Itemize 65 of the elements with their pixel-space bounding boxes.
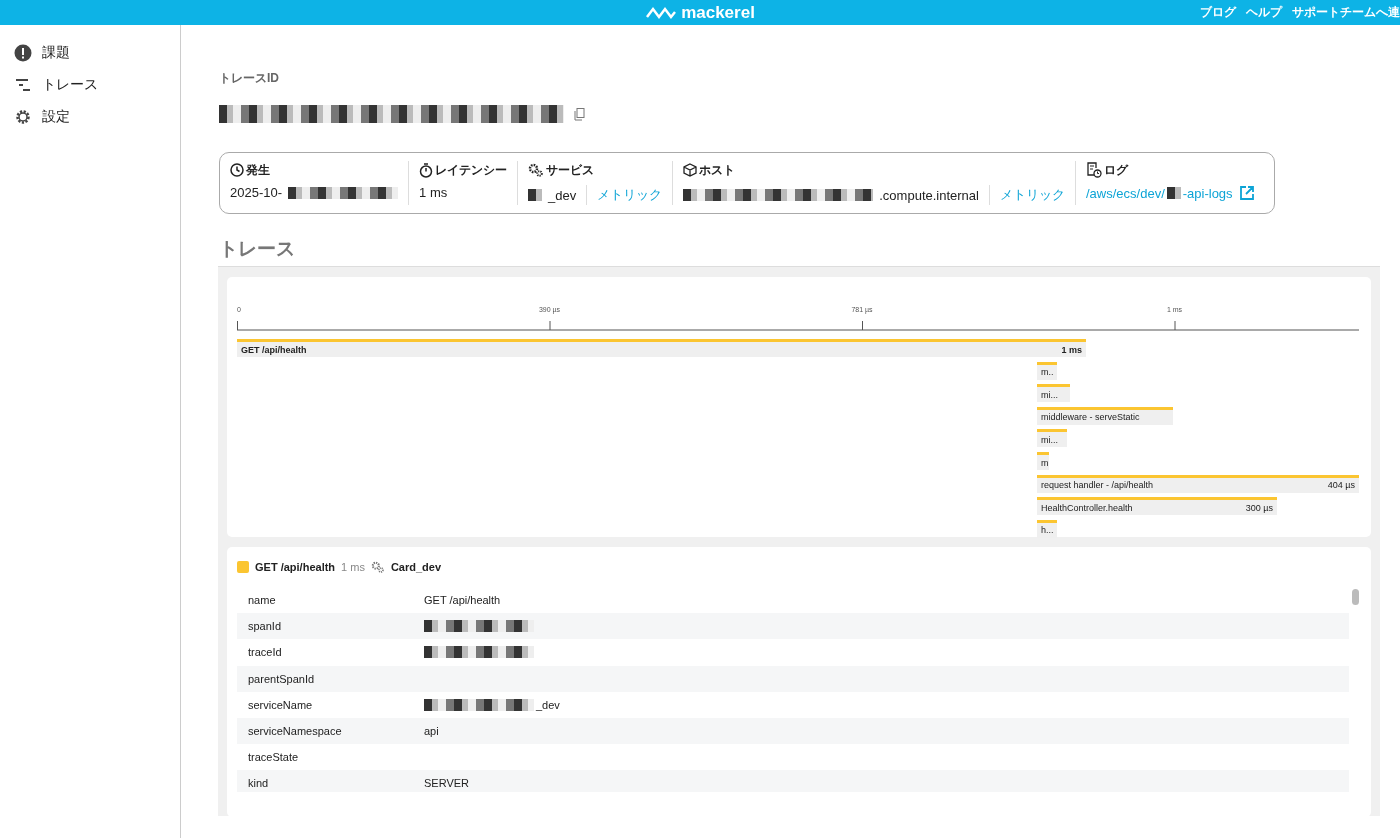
cube-icon: [683, 163, 698, 177]
copy-icon[interactable]: [574, 107, 585, 121]
redacted-text: [528, 189, 543, 201]
span-duration: 1 ms: [341, 561, 365, 573]
gears-icon: [370, 561, 385, 573]
span-name: mi...: [1041, 434, 1058, 445]
summary-label: ホスト: [699, 161, 736, 179]
span-name: GET /api/health: [255, 561, 336, 573]
trace-id-label: トレースID: [219, 70, 280, 87]
span-bar[interactable]: m: [1037, 451, 1049, 471]
attribute-key: traceId: [237, 646, 424, 659]
logo-icon: [645, 5, 678, 20]
alert-icon: [14, 44, 32, 62]
span-duration: 404 µs: [1327, 480, 1355, 491]
span-name: m..: [1041, 367, 1054, 378]
span-name: GET /api/health: [241, 344, 307, 355]
clock-icon: [230, 163, 244, 177]
summary-value: .compute.internal: [879, 187, 979, 203]
summary-label: 発生: [246, 161, 270, 179]
span-bar[interactable]: m..: [1037, 361, 1057, 380]
redacted-text: [1166, 187, 1181, 199]
span-name: request handler - /api/health: [1041, 480, 1154, 491]
sidebar-item[interactable]: 設定: [0, 101, 180, 133]
span-name: h...: [1041, 525, 1054, 536]
attribute-key: kind: [237, 777, 424, 790]
attribute-value: GET /api/health: [424, 594, 501, 607]
span-duration: 300 µs: [1245, 502, 1273, 513]
gears-icon: [528, 163, 545, 177]
span-bar[interactable]: GET /api/health 1 ms: [237, 339, 1086, 358]
span-bar[interactable]: middleware - serveStatic: [1037, 406, 1173, 425]
span-bar[interactable]: request handler - /api/health 404 µs: [1037, 474, 1359, 493]
span-name: mi...: [1041, 389, 1058, 400]
attribute-key: parentSpanId: [237, 672, 424, 685]
section-title: トレース: [219, 237, 296, 261]
logo-text: mackerel: [681, 2, 755, 23]
attribute-value: _dev: [536, 698, 560, 711]
attribute-key: name: [237, 594, 424, 607]
stopwatch-icon: [419, 162, 434, 178]
span-name: middleware - serveStatic: [1041, 412, 1140, 423]
attribute-key: spanId: [237, 620, 424, 633]
external-link-icon[interactable]: [1238, 185, 1255, 201]
span-bar[interactable]: mi...: [1037, 429, 1067, 448]
summary-value: 1 ms: [419, 185, 448, 200]
summary-value: _dev: [548, 187, 577, 203]
trace-icon: [14, 76, 32, 94]
attribute-value: api: [424, 725, 439, 738]
attribute-key: serviceName: [237, 698, 424, 711]
attribute-value: SERVER: [424, 777, 470, 790]
log-icon: [1086, 162, 1102, 178]
service-name: Card_dev: [390, 561, 442, 573]
sidebar-item[interactable]: 課題: [0, 37, 180, 69]
summary-label: ログ: [1104, 161, 1128, 179]
summary-label: サービス: [546, 161, 595, 179]
span-duration: 1 ms: [1061, 344, 1082, 355]
span-name: m: [1041, 457, 1049, 468]
summary-value: 2025-10-: [230, 185, 283, 200]
span-bar[interactable]: h...: [1037, 519, 1057, 538]
sidebar-item[interactable]: トレース: [0, 69, 180, 101]
settings-icon: [14, 108, 32, 126]
span-bar[interactable]: HealthController.health 300 µs: [1037, 497, 1277, 516]
span-name: HealthController.health: [1041, 502, 1133, 513]
summary-label: レイテンシー: [435, 161, 508, 179]
attribute-key: traceState: [237, 751, 424, 764]
attribute-key: serviceNamespace: [237, 725, 424, 738]
span-bar[interactable]: mi...: [1037, 384, 1070, 403]
